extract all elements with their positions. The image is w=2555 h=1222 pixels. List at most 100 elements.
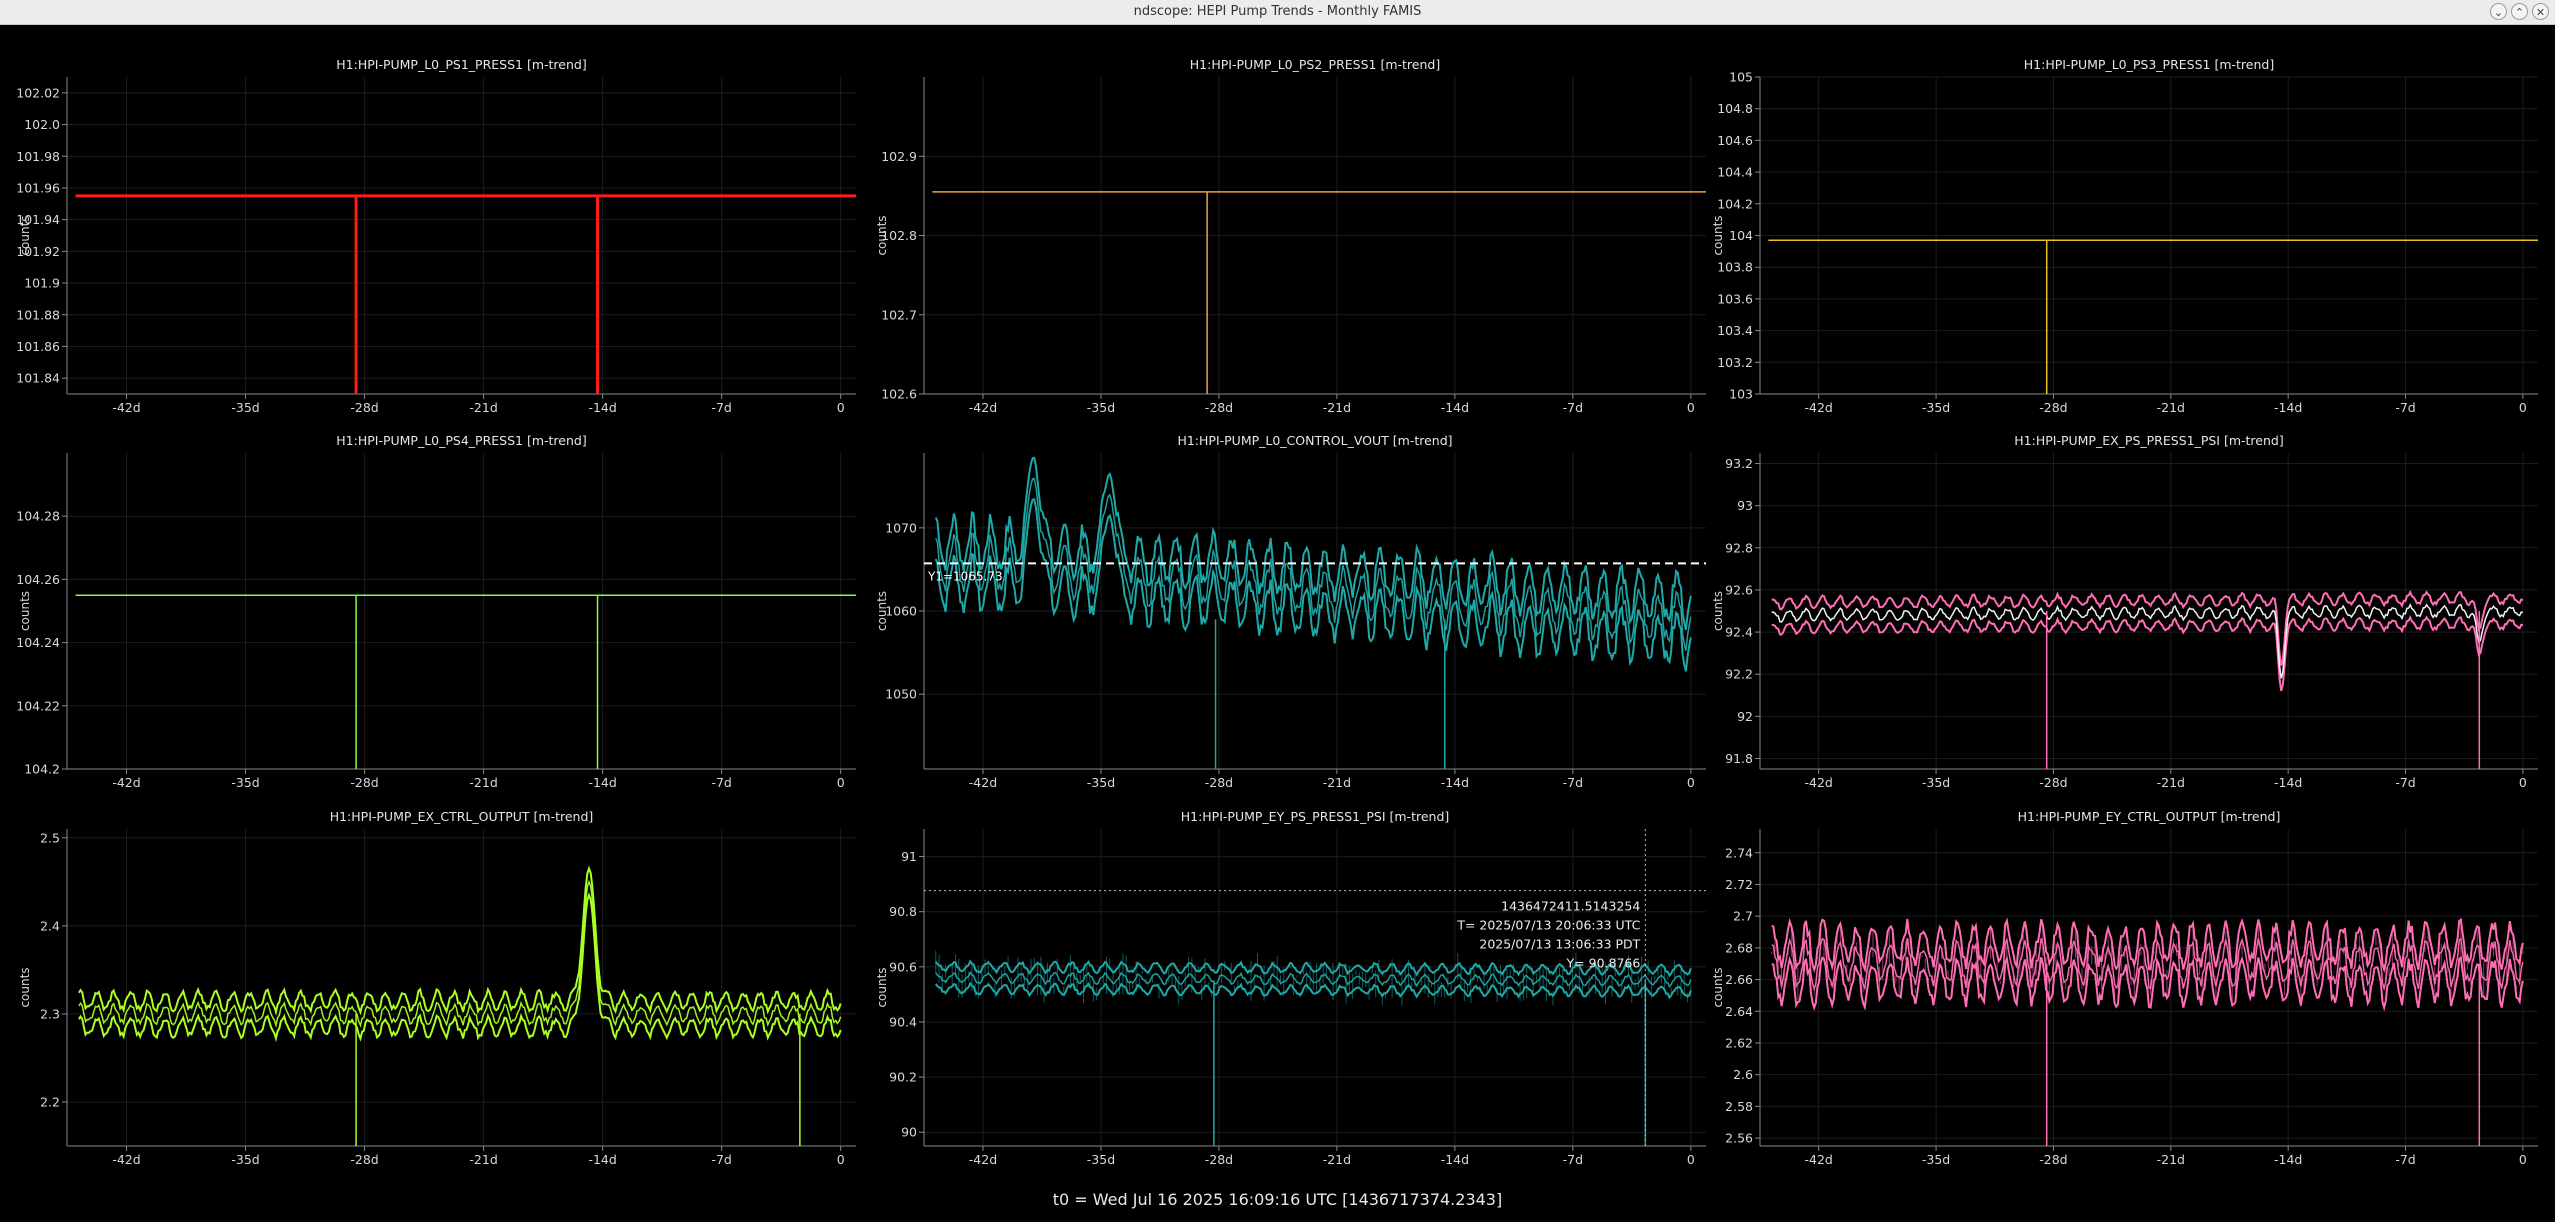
x-tick-label: -28d <box>350 775 378 790</box>
cursor-tooltip-line: 2025/07/13 13:06:33 PDT <box>1479 937 1640 952</box>
y-tick-label: 104.26 <box>16 572 60 587</box>
plot-panel-5[interactable]: H1:HPI-PUMP_L0_CONTROL_VOUT [m-trend] -42… <box>875 433 1706 790</box>
y-tick-label: 93 <box>1737 498 1753 513</box>
trace-max <box>1771 917 2524 974</box>
x-tick-label: -7d <box>711 400 731 415</box>
y-tick-label: 90.2 <box>889 1070 917 1085</box>
x-tick-label: -42d <box>969 400 997 415</box>
y-tick-label: 101.96 <box>16 180 60 195</box>
y-tick-label: 92 <box>1737 709 1753 724</box>
x-tick-label: -14d <box>588 1152 616 1167</box>
x-tick-label: -14d <box>2274 775 2302 790</box>
x-tick-label: -7d <box>2395 775 2415 790</box>
x-tick-label: -14d <box>588 400 616 415</box>
plot-title: H1:HPI-PUMP_EX_CTRL_OUTPUT [m-trend] <box>330 809 594 824</box>
y-tick-label: 104.24 <box>16 635 60 650</box>
x-tick-label: -28d <box>2039 400 2067 415</box>
x-tick-label: 0 <box>837 1152 845 1167</box>
y-tick-label: 2.58 <box>1725 1099 1753 1114</box>
x-tick-label: -21d <box>1323 1152 1351 1167</box>
x-tick-label: -42d <box>112 775 140 790</box>
x-tick-label: -14d <box>2274 400 2302 415</box>
x-tick-label: -28d <box>350 1152 378 1167</box>
y-tick-label: 90.6 <box>889 959 917 974</box>
window-titlebar[interactable]: ndscope: HEPI Pump Trends - Monthly FAMI… <box>0 0 2555 25</box>
plot-panel-4[interactable]: H1:HPI-PUMP_L0_PS4_PRESS1 [m-trend] -42d -… <box>16 433 856 790</box>
x-tick-label: -35d <box>1087 400 1115 415</box>
x-tick-label: -7d <box>1563 400 1583 415</box>
plot-title: H1:HPI-PUMP_EY_PS_PRESS1_PSI [m-trend] <box>1181 809 1450 824</box>
x-tick-label: -28d <box>1205 1152 1233 1167</box>
y-tick-label: 104.22 <box>16 698 60 713</box>
y-tick-label: 102.02 <box>16 85 60 100</box>
y-tick-label: 2.64 <box>1725 1004 1753 1019</box>
plot-panel-1[interactable]: H1:HPI-PUMP_L0_PS1_PRESS1 [m-trend] -42d -… <box>16 57 856 415</box>
x-tick-label: -7d <box>711 1152 731 1167</box>
plot-data <box>78 865 842 1146</box>
y-tick-label: 103.6 <box>1717 291 1753 306</box>
y-axis-label: counts <box>18 591 32 631</box>
plot-panel-9[interactable]: H1:HPI-PUMP_EY_CTRL_OUTPUT [m-trend] -42d… <box>1711 809 2538 1167</box>
x-tick-label: -42d <box>112 1152 140 1167</box>
x-tick-label: -21d <box>469 400 497 415</box>
plot-panel-6[interactable]: H1:HPI-PUMP_EX_PS_PRESS1_PSI [m-trend] -4… <box>1711 433 2538 790</box>
y-tick-label: 104.2 <box>1717 196 1753 211</box>
x-tick-label: 0 <box>1687 400 1695 415</box>
maximize-button[interactable]: ⌃ <box>2511 3 2528 20</box>
y-tick-label: 103.4 <box>1717 323 1753 338</box>
plot-panel-8[interactable]: H1:HPI-PUMP_EY_PS_PRESS1_PSI [m-trend] -4… <box>875 809 1706 1167</box>
x-tick-label: -28d <box>2039 1152 2067 1167</box>
x-tick-label: -35d <box>1922 775 1950 790</box>
x-tick-label: -35d <box>231 775 259 790</box>
plot-grid[interactable]: H1:HPI-PUMP_L0_PS1_PRESS1 [m-trend] -42d -… <box>0 24 2555 1184</box>
close-button[interactable]: ✕ <box>2532 3 2549 20</box>
y-tick-label: 92.2 <box>1725 667 1753 682</box>
x-tick-label: -35d <box>1922 400 1950 415</box>
trace-max <box>78 865 842 1016</box>
y-axis-label: counts <box>875 967 889 1007</box>
y-tick-label: 102.6 <box>881 387 917 402</box>
plot-title: H1:HPI-PUMP_L0_PS4_PRESS1 [m-trend] <box>336 433 586 448</box>
plot-title: H1:HPI-PUMP_L0_PS3_PRESS1 [m-trend] <box>2024 57 2274 72</box>
y-tick-label: 90.8 <box>889 904 917 919</box>
y-tick-label: 2.62 <box>1725 1035 1753 1050</box>
plot-data <box>934 456 1692 769</box>
t0-label: t0 = Wed Jul 16 2025 16:09:16 UTC [14367… <box>1052 1190 1503 1209</box>
y-tick-label: 2.56 <box>1725 1131 1753 1146</box>
x-tick-label: 0 <box>837 775 845 790</box>
y-tick-label: 1060 <box>885 604 917 619</box>
x-tick-label: -28d <box>350 400 378 415</box>
x-tick-label: -28d <box>2039 775 2067 790</box>
x-tick-label: -35d <box>1922 1152 1950 1167</box>
x-tick-label: -21d <box>469 775 497 790</box>
y-tick-label: 103.2 <box>1717 355 1753 370</box>
plot-panel-7[interactable]: H1:HPI-PUMP_EX_CTRL_OUTPUT [m-trend] -42d… <box>18 809 856 1167</box>
x-tick-label: -35d <box>1087 1152 1115 1167</box>
x-tick-label: -21d <box>469 1152 497 1167</box>
plot-panel-2[interactable]: H1:HPI-PUMP_L0_PS2_PRESS1 [m-trend] -42d -… <box>875 57 1706 415</box>
plot-data <box>1771 589 2524 769</box>
x-tick-label: 0 <box>2519 775 2527 790</box>
plot-title: H1:HPI-PUMP_L0_CONTROL_VOUT [m-trend] <box>1177 433 1452 448</box>
x-tick-label: -28d <box>1205 775 1233 790</box>
plot-data <box>1768 239 2538 394</box>
y-tick-label: 90 <box>901 1125 917 1140</box>
x-tick-label: 0 <box>837 400 845 415</box>
window-title: ndscope: HEPI Pump Trends - Monthly FAMI… <box>1133 4 1422 19</box>
y-axis-label: counts <box>1711 215 1725 255</box>
y-tick-label: 101.88 <box>16 307 60 322</box>
y-tick-label: 104 <box>1729 228 1753 243</box>
x-tick-label: 0 <box>2519 400 2527 415</box>
plot-data <box>932 191 1706 394</box>
y-axis-label: counts <box>18 215 32 255</box>
plot-data <box>1771 917 2524 1146</box>
y-tick-label: 91.8 <box>1725 751 1753 766</box>
x-tick-label: 0 <box>1687 1152 1695 1167</box>
y-tick-label: 92.6 <box>1725 582 1753 597</box>
cursor-tooltip-line: 1436472411.5143254 <box>1501 899 1640 914</box>
plot-panel-3[interactable]: H1:HPI-PUMP_L0_PS3_PRESS1 [m-trend] -42d -… <box>1711 57 2538 415</box>
x-tick-label: -35d <box>1087 775 1115 790</box>
y-tick-label: 105 <box>1729 70 1753 85</box>
y-tick-label: 104.28 <box>16 509 60 524</box>
minimize-button[interactable]: ⌄ <box>2490 3 2507 20</box>
